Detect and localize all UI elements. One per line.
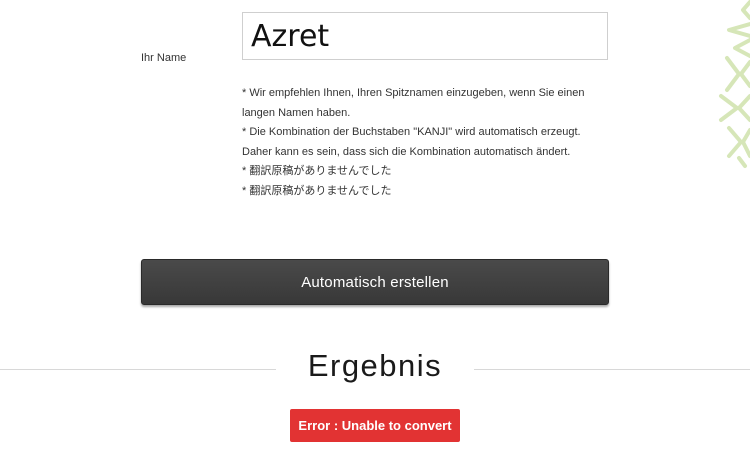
note-line: * 翻訳原稿がありませんでした <box>242 165 392 177</box>
notes-block: * Wir empfehlen Ihnen, Ihren Spitznamen … <box>242 84 612 201</box>
name-input[interactable] <box>242 12 608 60</box>
note-line: * 翻訳原稿がありませんでした <box>242 184 392 197</box>
result-heading: Ergebnis <box>307 348 443 383</box>
divider-left <box>0 369 276 370</box>
divider-right <box>474 369 750 370</box>
error-badge: Error : Unable to convert <box>290 409 460 442</box>
note-line: * Wir empfehlen Ihnen, Ihren Spitznamen … <box>242 87 585 119</box>
note-line: * Die Kombination der Buchstaben "KANJI"… <box>242 126 581 138</box>
decorative-ornament <box>719 0 750 168</box>
generate-button[interactable]: Automatisch erstellen <box>141 259 609 305</box>
name-label: Ihr Name <box>141 52 187 64</box>
note-line: Daher kann es sein, dass sich die Kombin… <box>242 145 571 158</box>
page: Ihr Name * Wir empfehlen Ihnen, Ihren Sp… <box>0 0 750 450</box>
